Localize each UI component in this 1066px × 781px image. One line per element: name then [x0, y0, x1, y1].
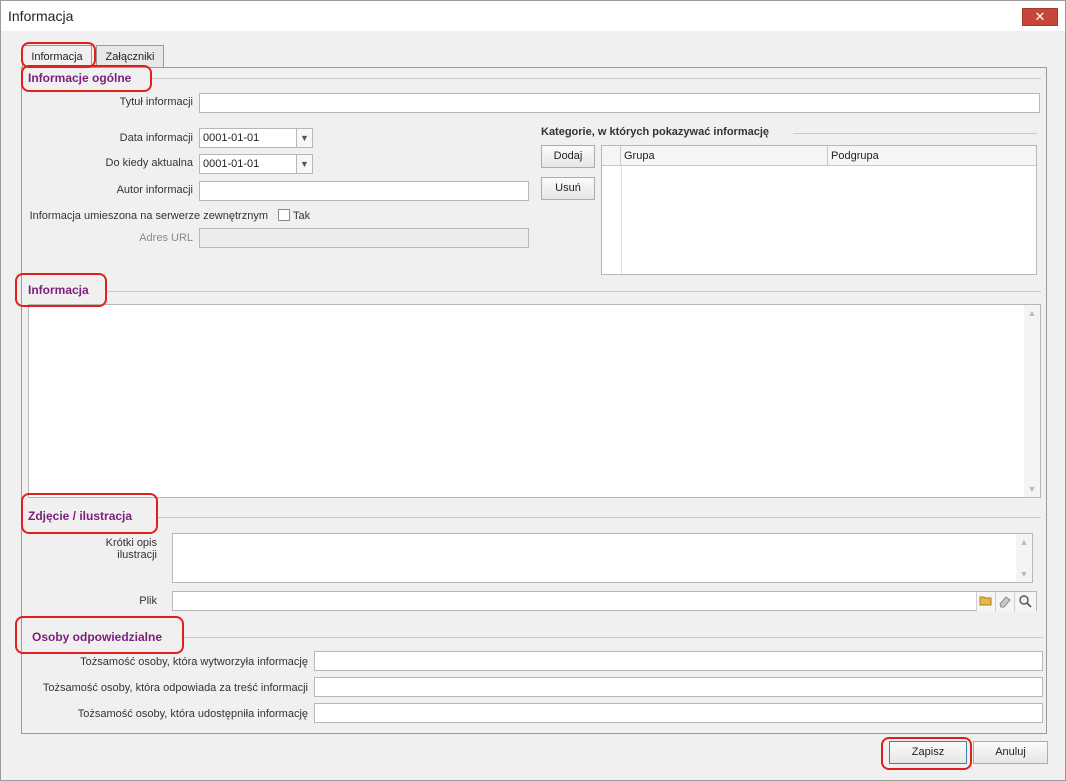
info-scrollbar[interactable]: ▲ ▼ [1024, 305, 1040, 497]
external-checkbox-label: Tak [293, 210, 311, 222]
author-input[interactable] [199, 181, 529, 201]
tab-zalaczniki[interactable]: Załączniki [96, 45, 164, 67]
divider [157, 517, 1041, 518]
responsible-label: Tożsamość osoby, która odpowiada za treś… [42, 682, 308, 694]
section-title-info: Informacja [28, 283, 89, 297]
add-category-button[interactable]: Dodaj [541, 145, 595, 168]
chevron-down-icon[interactable]: ▼ [297, 154, 313, 174]
close-icon: ✕ [1034, 9, 1046, 24]
save-button[interactable]: Zapisz [889, 741, 967, 764]
grid-header-podgrupa[interactable]: Podgrupa [828, 146, 1036, 166]
grid-header-grupa[interactable]: Grupa [621, 146, 828, 166]
grid-indicator-column [621, 166, 622, 274]
scroll-up-icon[interactable]: ▲ [1024, 305, 1040, 321]
remove-category-button[interactable]: Usuń [541, 177, 595, 200]
divider [151, 78, 1041, 79]
file-label: Plik [139, 595, 157, 607]
chevron-down-icon[interactable]: ▼ [297, 128, 313, 148]
tab-label: Informacja [31, 51, 83, 63]
external-label: Informacja umieszona na serwerze zewnętr… [29, 210, 268, 222]
photo-desc-input[interactable]: ▲ ▼ [172, 533, 1033, 583]
scroll-up-icon[interactable]: ▲ [1016, 534, 1032, 550]
title-label: Tytuł informacji [119, 96, 193, 108]
date-picker[interactable]: 0001-01-01 ▼ [199, 128, 313, 148]
scroll-down-icon[interactable]: ▼ [1024, 481, 1040, 497]
section-title-photo: Zdjęcie / ilustracja [28, 509, 133, 523]
search-icon[interactable] [1014, 592, 1036, 612]
url-label: Adres URL [139, 232, 193, 244]
external-checkbox[interactable] [278, 209, 290, 221]
file-input[interactable] [172, 591, 1037, 612]
photo-desc-label-line2: ilustracji [117, 549, 157, 561]
section-title-general: Informacje ogólne [28, 71, 132, 85]
dialog-window: Informacja ✕ Informacja Załączniki Infor… [0, 0, 1066, 781]
scroll-down-icon[interactable]: ▼ [1016, 566, 1032, 582]
photo-desc-label-line1: Krótki opis [105, 537, 157, 549]
publisher-input[interactable] [314, 703, 1043, 723]
responsible-input[interactable] [314, 677, 1043, 697]
close-button[interactable]: ✕ [1022, 8, 1058, 26]
window-title: Informacja [8, 8, 74, 24]
creator-input[interactable] [314, 651, 1043, 671]
cancel-button[interactable]: Anuluj [973, 741, 1048, 764]
divider [181, 637, 1043, 638]
url-input[interactable] [199, 228, 529, 248]
until-date-value[interactable]: 0001-01-01 [199, 154, 297, 174]
date-label: Data informacji [119, 132, 193, 144]
tab-informacja[interactable]: Informacja [22, 45, 92, 68]
until-date-picker[interactable]: 0001-01-01 ▼ [199, 154, 313, 174]
categories-grid[interactable]: Grupa Podgrupa [601, 145, 1037, 275]
eraser-icon[interactable] [995, 592, 1014, 612]
divider [793, 133, 1037, 134]
publisher-label: Tożsamość osoby, która udostępniła infor… [77, 708, 308, 720]
author-label: Autor informacji [116, 184, 193, 196]
title-bar: Informacja ✕ [1, 1, 1065, 31]
date-value[interactable]: 0001-01-01 [199, 128, 297, 148]
divider [105, 291, 1041, 292]
photo-desc-label: Krótki opis ilustracji [41, 537, 157, 561]
categories-title: Kategorie, w których pokazywać informacj… [541, 126, 770, 138]
title-input[interactable] [199, 93, 1040, 113]
grid-indicator-header [602, 146, 621, 166]
photo-desc-scrollbar[interactable]: ▲ ▼ [1016, 534, 1032, 582]
until-label: Do kiedy aktualna [105, 157, 193, 169]
info-content-editor[interactable]: ▲ ▼ [28, 304, 1041, 498]
creator-label: Tożsamość osoby, która wytworzyła inform… [80, 656, 308, 668]
section-title-persons: Osoby odpowiedzialne [32, 630, 163, 644]
folder-icon[interactable] [976, 592, 995, 612]
tab-label: Załączniki [105, 51, 155, 63]
